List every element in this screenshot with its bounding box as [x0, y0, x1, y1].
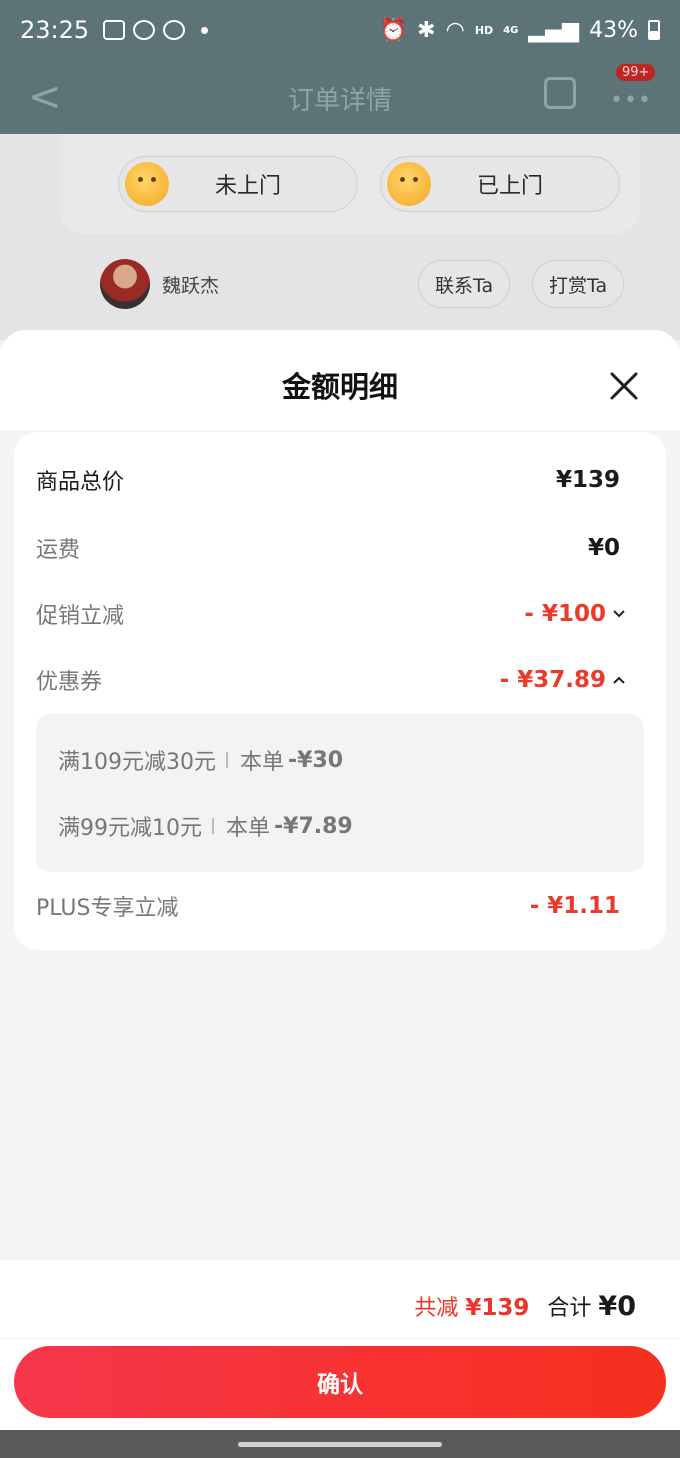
close-icon	[610, 372, 638, 400]
sheet-header: 金额明细	[0, 330, 680, 430]
list-item: 满109元减30元 本单 -¥30	[58, 742, 343, 778]
total-reduce-value: ¥139	[465, 1295, 530, 1321]
contact-button[interactable]: 联系Ta	[418, 260, 511, 308]
home-indicator[interactable]	[238, 1442, 442, 1447]
background-page: 23:25 ⏰ ✱ ◠ HD 4G ▂▄▆ 43% < 订单详情 ••• 99+…	[0, 0, 680, 340]
total-sum: 合计 ¥0	[547, 1290, 636, 1322]
signal-icon: ▂▄▆	[528, 17, 580, 43]
tip-button[interactable]: 打赏Ta	[532, 260, 625, 308]
rider-row: 魏跃杰 联系Ta 打赏Ta	[100, 256, 640, 312]
total-sum-label: 合计	[547, 1296, 592, 1321]
page-title: 订单详情	[287, 86, 392, 116]
status-right: ⏰ ✱ ◠ HD 4G ▂▄▆ 43%	[380, 18, 660, 43]
divider	[212, 818, 214, 834]
shipping-row: 运费 ¥0	[36, 528, 648, 568]
sheet-title: 金额明细	[281, 370, 398, 404]
shipping-value: ¥0	[587, 535, 620, 561]
not-visited-button[interactable]: 未上门	[118, 156, 358, 212]
not-visited-label: 未上门	[214, 174, 281, 199]
goods-total-value: ¥139	[555, 467, 620, 493]
divider	[226, 752, 228, 768]
battery-percent: 43%	[589, 17, 638, 43]
visited-label: 已上门	[476, 174, 543, 199]
total-reduce-label: 共减	[414, 1296, 459, 1321]
plus-discount-value: - ¥1.11	[529, 893, 620, 919]
share-icon[interactable]	[544, 77, 576, 109]
gallery-icon	[103, 20, 126, 40]
divider	[0, 1338, 680, 1339]
amount-detail-card: 商品总价 ¥139 运费 ¥0 促销立减 - ¥100 优惠券 - ¥37.89	[14, 432, 666, 950]
notification-icons	[103, 20, 209, 40]
laughing-face-icon	[387, 162, 431, 206]
coupon-value-group: - ¥37.89	[500, 667, 626, 693]
account-icon	[163, 20, 186, 40]
coupon-list: 满109元减30元 本单 -¥30 满99元减10元 本单 -¥7.89	[36, 714, 644, 872]
bluetooth-icon: ✱	[417, 17, 436, 43]
message-count-badge: 99+	[616, 64, 656, 81]
coupon-label: 优惠券	[36, 670, 103, 695]
battery-icon	[648, 20, 660, 40]
list-item: 满99元减10元 本单 -¥7.89	[58, 808, 353, 844]
visited-button[interactable]: 已上门	[380, 156, 620, 212]
coupon-value: - ¥37.89	[499, 667, 606, 693]
coupon-rule: 满109元减30元	[58, 750, 216, 775]
status-bar: 23:25 ⏰ ✱ ◠ HD 4G ▂▄▆ 43%	[0, 0, 680, 60]
coupon-amount: -¥30	[288, 747, 344, 773]
network-indicator: 4G	[503, 24, 519, 36]
close-button[interactable]	[608, 370, 640, 402]
chat-icon	[133, 20, 156, 40]
coupon-order-label: 本单	[226, 816, 271, 841]
goods-total-label: 商品总价	[36, 470, 125, 495]
coupon-order-label: 本单	[240, 750, 285, 775]
confused-face-icon	[125, 162, 169, 206]
status-time: 23:25	[20, 16, 90, 44]
top-nav-bar: < 订单详情 ••• 99+	[0, 60, 680, 134]
wifi-icon: ◠	[445, 17, 465, 43]
chevron-up-icon[interactable]	[612, 673, 626, 687]
more-notifications-icon	[201, 26, 209, 34]
promotion-label: 促销立减	[36, 604, 125, 629]
rider-name: 魏跃杰	[162, 274, 220, 297]
coupon-row[interactable]: 优惠券 - ¥37.89	[36, 660, 648, 700]
promotion-value-group: - ¥100	[524, 601, 626, 627]
coupon-rule: 满99元减10元	[58, 816, 202, 841]
alarm-icon: ⏰	[379, 17, 408, 43]
avatar	[100, 259, 150, 309]
confirm-button[interactable]: 确认	[14, 1346, 666, 1418]
plus-discount-label: PLUS专享立减	[36, 896, 179, 921]
system-nav-bar	[0, 1430, 680, 1458]
total-reduce: 共减 ¥139	[414, 1290, 529, 1322]
total-row: 共减 ¥139 合计 ¥0	[414, 1290, 636, 1322]
total-sum-value: ¥0	[598, 1291, 636, 1322]
goods-total-row: 商品总价 ¥139	[36, 460, 648, 500]
hd-indicator: HD	[474, 23, 494, 37]
shipping-label: 运费	[36, 538, 81, 563]
more-icon[interactable]: •••	[610, 88, 652, 113]
promotion-value: - ¥100	[524, 601, 606, 627]
summary-footer: 共减 ¥139 合计 ¥0 确认	[0, 1260, 680, 1430]
promotion-row[interactable]: 促销立减 - ¥100	[36, 594, 648, 634]
coupon-amount: -¥7.89	[274, 813, 353, 839]
chevron-down-icon[interactable]	[612, 607, 626, 621]
plus-discount-row: PLUS专享立减 - ¥1.11	[36, 886, 648, 926]
